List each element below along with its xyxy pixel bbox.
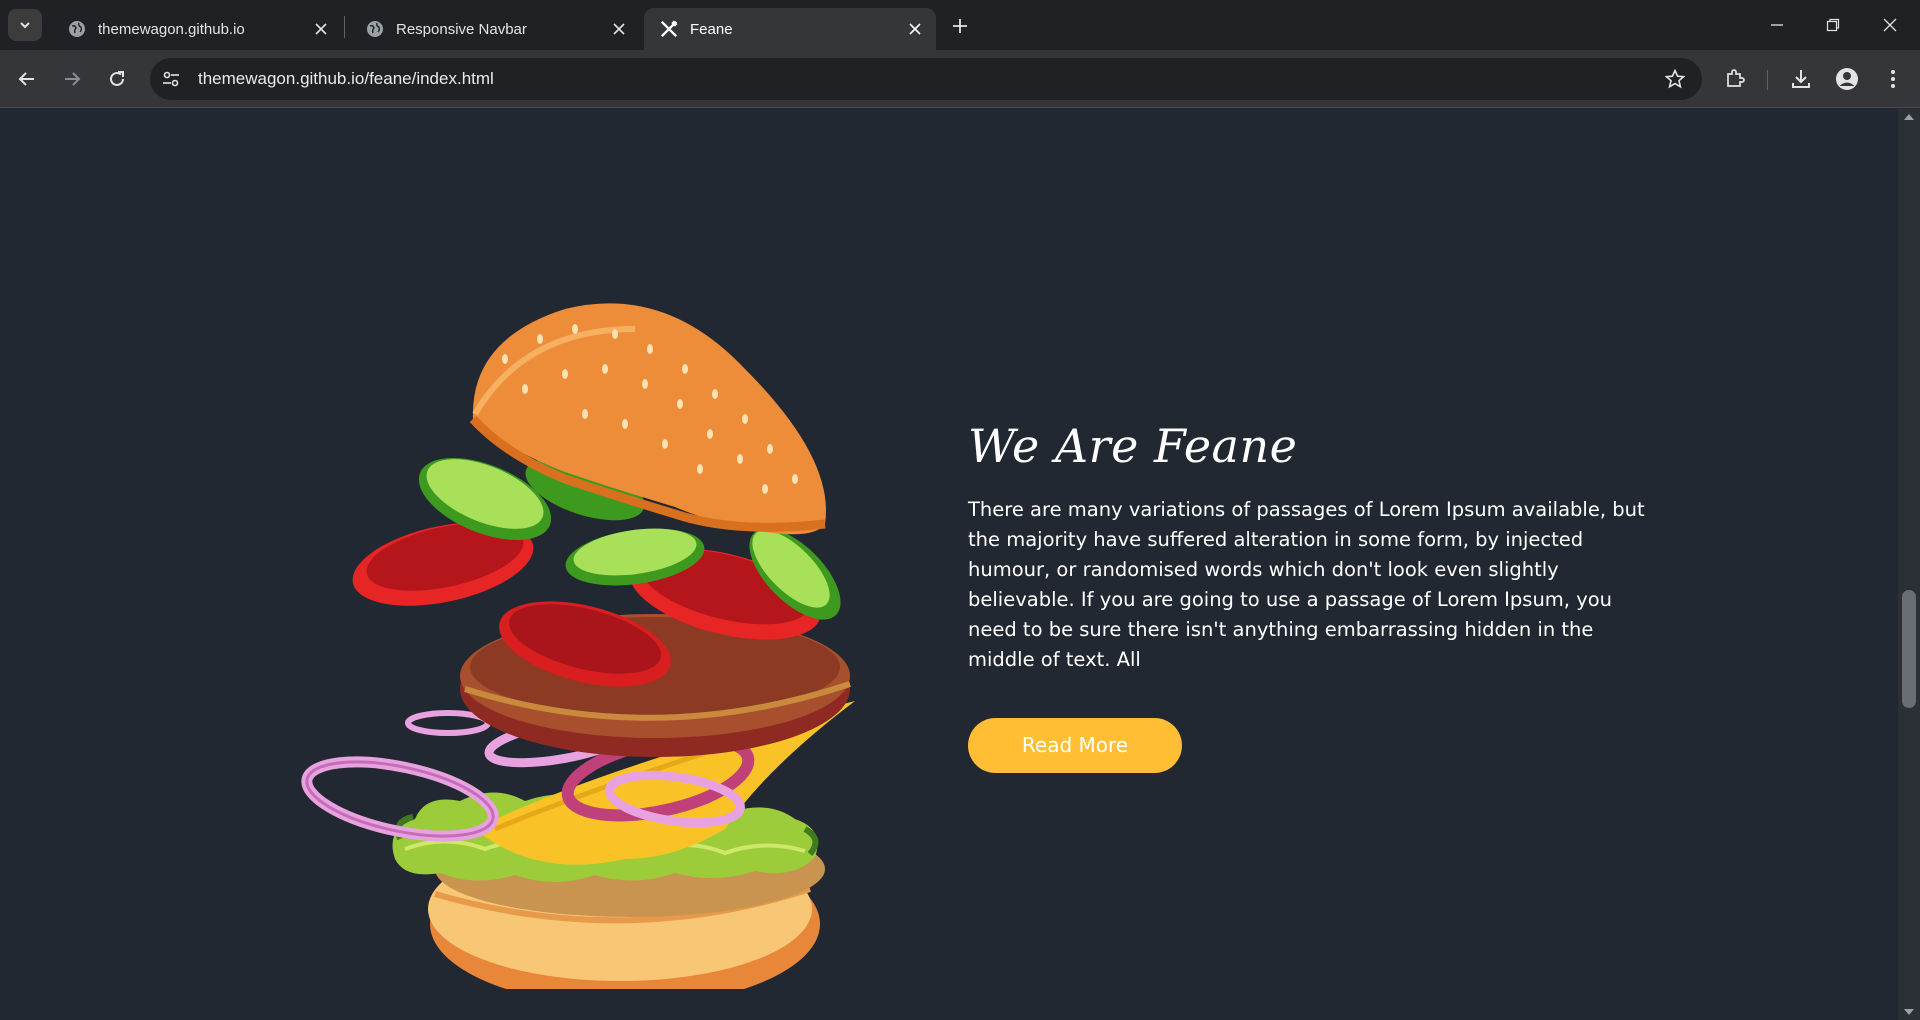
burger-illustration [301,303,855,989]
tab-title: themewagon.github.io [98,20,245,38]
address-bar[interactable]: themewagon.github.io/feane/index.html [150,58,1702,100]
close-icon [1883,18,1897,32]
browser-toolbar: themewagon.github.io/feane/index.html [0,50,1920,108]
chevron-down-icon [20,22,30,29]
tab-title: Responsive Navbar [396,20,527,38]
url-text[interactable]: themewagon.github.io/feane/index.html [198,69,494,89]
new-tab-button[interactable] [946,12,974,40]
arrow-right-icon [65,72,81,86]
tab-strip: themewagon.github.io Responsive Navbar F… [0,0,1920,50]
tab-title: Feane [690,20,733,38]
close-icon[interactable] [610,20,628,38]
downloads-button[interactable] [1785,63,1817,95]
tab-search-button[interactable] [8,9,42,41]
avatar-icon [1836,68,1858,90]
kebab-menu-icon [1891,70,1895,88]
download-icon [1792,70,1810,88]
about-text: There are many variations of passages of… [968,498,1645,671]
scrollbar-thumb[interactable] [1902,590,1916,708]
restore-button[interactable] [1818,10,1848,40]
back-button[interactable] [11,63,43,95]
site-info-icon[interactable] [154,62,188,96]
about-section: We Are Feane There are many variations o… [968,419,1658,773]
section-heading: We Are Feane [968,419,1298,473]
page-scrollbar[interactable] [1898,109,1920,1020]
plus-icon [953,19,967,33]
close-icon[interactable] [312,20,330,38]
scroll-down-arrow-icon[interactable] [1904,1009,1914,1015]
puzzle-icon [1727,69,1745,87]
minimize-button[interactable] [1762,10,1792,40]
minimize-icon [1771,24,1783,26]
scroll-up-arrow-icon[interactable] [1904,114,1914,120]
read-more-button[interactable]: Read More [968,718,1182,773]
profile-button[interactable] [1831,63,1863,95]
menu-button[interactable] [1877,63,1909,95]
tab-themewagon[interactable]: themewagon.github.io [52,8,342,50]
bookmark-star-icon[interactable] [1664,68,1686,90]
extensions-button[interactable] [1719,63,1751,95]
utensils-icon [660,20,678,38]
close-window-button[interactable] [1875,10,1905,40]
page-viewport: We Are Feane There are many variations o… [0,109,1898,1020]
forward-button[interactable] [56,63,88,95]
tab-separator [344,16,345,38]
tab-responsive-navbar[interactable]: Responsive Navbar [350,8,640,50]
close-icon[interactable] [906,20,924,38]
reload-icon [110,71,124,86]
tab-feane[interactable]: Feane [644,8,936,50]
globe-icon [68,20,86,38]
toolbar-divider [1767,70,1768,90]
arrow-left-icon [18,72,34,86]
reload-button[interactable] [101,63,133,95]
globe-icon [366,20,384,38]
restore-icon [1826,18,1840,32]
